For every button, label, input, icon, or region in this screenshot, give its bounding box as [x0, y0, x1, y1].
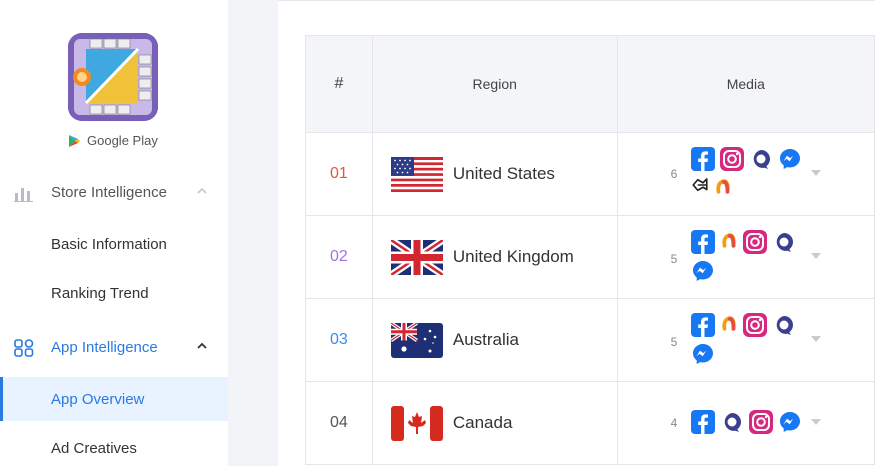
nav-item-app-overview[interactable]: App Overview: [0, 377, 228, 421]
unity-icon[interactable]: [691, 176, 709, 194]
media-cell: 4: [616, 381, 875, 465]
messenger-icon[interactable]: [691, 342, 715, 366]
table-row[interactable]: 04 Canada 4: [305, 381, 875, 465]
audience-network-icon[interactable]: [772, 230, 796, 254]
chevron-down-icon[interactable]: [810, 419, 821, 426]
google-play-icon: [69, 134, 80, 147]
chevron-up-icon: [197, 187, 207, 194]
chevron-down-icon[interactable]: [810, 253, 821, 260]
table-row[interactable]: 02 United Kingdom 5: [305, 215, 875, 299]
ca-flag-icon: [390, 405, 443, 441]
media-count: 5: [670, 252, 678, 266]
nav-group-label: App Intelligence: [51, 338, 158, 356]
facebook-icon[interactable]: [690, 147, 715, 171]
messenger-icon[interactable]: [691, 259, 715, 283]
column-header-media: Media: [616, 35, 875, 133]
rank-number: 04: [305, 381, 373, 465]
media-icon-list: [690, 230, 806, 283]
google-play-link[interactable]: Google Play: [68, 133, 158, 148]
nav-group-app-intelligence[interactable]: App Intelligence: [0, 327, 228, 367]
au-flag-icon: [390, 322, 443, 358]
column-header-num: #: [305, 35, 373, 133]
chevron-down-icon[interactable]: [810, 336, 821, 343]
table-row[interactable]: 03 Australia 5: [305, 298, 875, 382]
applovin-icon[interactable]: [714, 176, 732, 194]
nav-item-basic-information[interactable]: Basic Information: [0, 222, 228, 266]
nav-item-ranking-trend[interactable]: Ranking Trend: [0, 271, 228, 315]
applovin-icon[interactable]: [720, 230, 738, 248]
messenger-icon[interactable]: [778, 410, 802, 434]
media-cell: 5: [616, 215, 875, 299]
region-name: United Kingdom: [452, 247, 574, 266]
media-count: 6: [670, 167, 678, 181]
app-icon[interactable]: [68, 33, 158, 121]
media-count: 5: [670, 335, 678, 349]
column-header-region: Region: [371, 35, 618, 133]
instagram-icon[interactable]: [742, 230, 767, 254]
facebook-icon[interactable]: [690, 410, 715, 434]
region-cell: Canada: [373, 405, 617, 441]
region-cell: United Kingdom: [373, 239, 617, 275]
sidebar: Google Play Store Intelligence Basic Inf…: [0, 0, 228, 466]
instagram-icon[interactable]: [748, 410, 773, 434]
nav-item-label: App Overview: [51, 390, 145, 408]
region-name: Australia: [452, 330, 519, 349]
table-row[interactable]: 01 United States 6: [305, 132, 875, 216]
game-app-icon: [68, 33, 158, 121]
nav-item-ad-creatives[interactable]: Ad Creatives: [0, 426, 228, 466]
nav-item-label: Ranking Trend: [51, 284, 149, 302]
uk-flag-icon: [390, 239, 443, 275]
bar-chart-icon: [14, 188, 33, 202]
us-flag-icon: [390, 156, 443, 192]
applovin-icon[interactable]: [720, 313, 738, 331]
instagram-icon[interactable]: [719, 147, 744, 171]
media-cell: 5: [616, 298, 875, 382]
facebook-icon[interactable]: [690, 230, 715, 254]
media-icon-list: [690, 410, 806, 434]
audience-network-icon[interactable]: [720, 410, 744, 434]
region-name: Canada: [452, 413, 513, 432]
rank-number: 02: [305, 215, 373, 299]
instagram-icon[interactable]: [742, 313, 767, 337]
region-name: United States: [452, 164, 555, 183]
region-cell: United States: [373, 156, 617, 192]
rank-number: 01: [305, 132, 373, 216]
audience-network-icon[interactable]: [772, 313, 796, 337]
nav-item-label: Basic Information: [51, 235, 167, 253]
store-label: Google Play: [87, 133, 158, 148]
chevron-down-icon[interactable]: [810, 170, 821, 177]
media-icon-list: [690, 313, 806, 366]
messenger-icon[interactable]: [778, 147, 802, 171]
grid-apps-icon: [14, 339, 34, 357]
media-icon-list: [690, 147, 806, 194]
nav-item-label: Ad Creatives: [51, 439, 137, 457]
region-cell: Australia: [373, 322, 617, 358]
nav-group-store-intelligence[interactable]: Store Intelligence: [0, 172, 228, 212]
media-count: 4: [670, 416, 678, 430]
rank-number: 03: [305, 298, 373, 382]
table-header-row: # Region Media: [305, 35, 875, 133]
audience-network-icon[interactable]: [749, 147, 773, 171]
facebook-icon[interactable]: [690, 313, 715, 337]
chevron-up-icon: [197, 342, 207, 349]
media-cell: 6: [616, 132, 875, 216]
nav-group-label: Store Intelligence: [51, 183, 167, 201]
region-media-table: # Region Media 01 United States 6 02 Uni…: [305, 35, 875, 465]
